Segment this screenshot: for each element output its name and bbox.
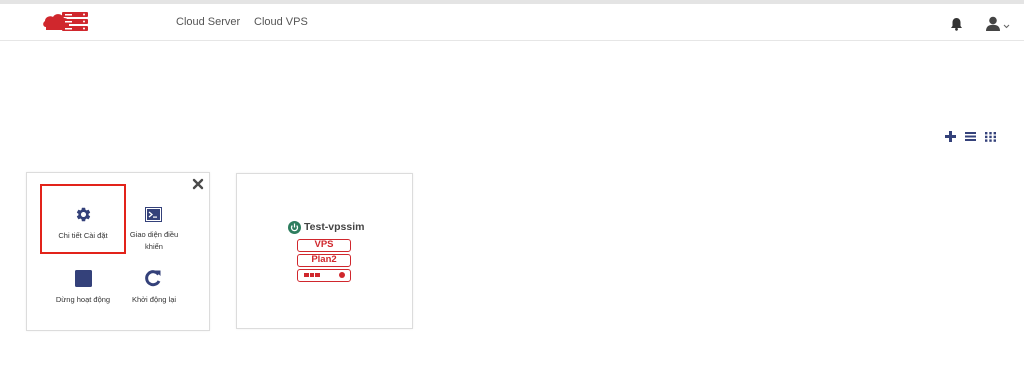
bell-icon[interactable] — [950, 17, 963, 31]
logo[interactable] — [42, 10, 92, 36]
vps-label: VPS — [297, 239, 351, 252]
power-status-icon — [288, 221, 301, 234]
vps-plan-badge: VPS Plan2 — [297, 239, 353, 285]
action-label: Khởi động lại — [131, 295, 177, 304]
server-action-card: Chi tiết Cài đặt Giao diện điều khiển Dừ… — [26, 172, 210, 331]
server-card[interactable]: Test-vpssim VPS Plan2 — [236, 173, 413, 329]
action-settings-details[interactable]: Chi tiết Cài đặt — [42, 186, 124, 252]
close-icon[interactable] — [192, 178, 204, 190]
list-view-icon[interactable] — [964, 130, 977, 143]
nav-cloud-vps[interactable]: Cloud VPS — [254, 16, 308, 28]
navbar: Cloud Server Cloud VPS — [0, 4, 1024, 41]
plan-label: Plan2 — [297, 254, 351, 267]
action-label: Chi tiết Cài đặt — [58, 231, 108, 240]
view-controls — [944, 130, 998, 144]
action-label: Dừng hoạt động — [55, 295, 111, 304]
stop-icon — [75, 270, 92, 287]
grid-view-icon[interactable] — [984, 130, 997, 143]
restart-icon — [145, 270, 161, 287]
nav-cloud-server[interactable]: Cloud Server — [176, 16, 240, 28]
action-restart[interactable]: Khởi động lại — [124, 267, 184, 313]
server-name: Test-vpssim — [304, 221, 365, 233]
console-icon — [145, 207, 162, 222]
plus-icon[interactable] — [944, 130, 957, 143]
action-label: Giao diện điều khiển — [129, 230, 179, 251]
action-stop[interactable]: Dừng hoạt động — [42, 267, 124, 313]
gear-icon — [76, 207, 91, 222]
server-rack-icon — [297, 269, 351, 282]
action-console[interactable]: Giao diện điều khiển — [124, 186, 184, 256]
user-icon[interactable] — [985, 16, 1013, 32]
